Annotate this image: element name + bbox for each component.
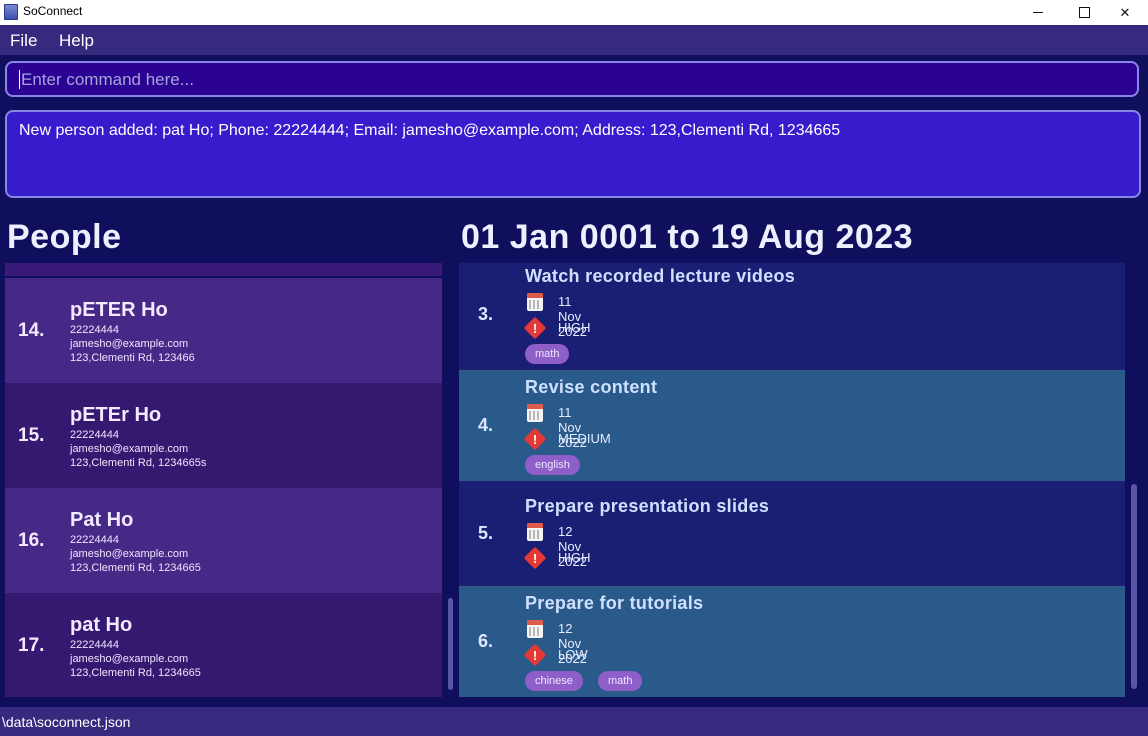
person-card[interactable]: 16. Pat Ho 22224444 jamesho@example.com … [5,488,442,593]
command-input[interactable] [19,63,1123,97]
task-priority: HIGH [558,320,591,335]
calendar-icon [527,404,543,422]
person-phone: 22224444 [70,324,119,336]
menu-file[interactable]: File [10,31,37,51]
person-card[interactable]: 15. pETEr Ho 22224444 jamesho@example.co… [5,383,442,488]
person-email: jamesho@example.com [70,548,189,560]
task-priority: LOW [558,647,588,662]
task-title: Watch recorded lecture videos [525,266,796,286]
person-phone: 22224444 [70,429,119,441]
person-address: 123,Clementi Rd, 1234665s [70,457,207,469]
person-index: 17. [18,635,45,656]
priority-mark: ! [532,551,538,566]
task-tag: math [525,344,570,364]
person-index: 15. [18,425,45,446]
people-heading: People [7,218,122,256]
task-card[interactable]: 3. Watch recorded lecture videos 11 Nov … [459,263,1125,370]
task-index: 6. [478,631,494,651]
person-phone: 22224444 [70,639,119,651]
app-icon [4,4,18,20]
command-box [5,61,1139,97]
maximize-icon [1078,7,1090,18]
person-list-panel[interactable]: 14. pETER Ho 22224444 jamesho@example.co… [5,263,442,697]
priority-mark: ! [532,321,538,336]
menu-bar: File Help [0,25,1148,55]
task-priority: HIGH [558,550,591,565]
person-email: jamesho@example.com [70,443,189,455]
task-tag: math [598,671,643,691]
task-title: Prepare presentation slides [525,496,770,516]
task-title: Prepare for tutorials [525,593,704,613]
close-icon: ✕ [1119,4,1131,20]
priority-mark: ! [532,648,538,663]
person-card-partial [5,263,442,276]
text-caret [19,70,20,89]
calendar-icon [527,293,543,311]
person-address: 123,Clementi Rd, 1234665 [70,562,201,574]
task-priority: MEDIUM [558,431,611,446]
person-card[interactable]: 14. pETER Ho 22224444 jamesho@example.co… [5,278,442,383]
maximize-button[interactable] [1061,0,1107,25]
task-list-scrollbar[interactable] [1131,484,1137,689]
task-range-heading: 01 Jan 0001 to 19 Aug 2023 [461,218,914,256]
person-index: 16. [18,530,45,551]
person-phone: 22224444 [70,534,119,546]
person-address: 123,Clementi Rd, 1234665 [70,667,201,679]
person-list-scrollbar[interactable] [448,598,453,690]
close-button[interactable]: ✕ [1102,0,1148,25]
person-address: 123,Clementi Rd, 123466 [70,352,195,364]
person-name: pETEr Ho [70,404,162,426]
calendar-icon [527,523,543,541]
title-bar: SoConnect ✕ [0,0,1148,25]
priority-mark: ! [532,432,538,447]
task-tag: chinese [525,671,583,691]
task-card[interactable]: 6. Prepare for tutorials 12 Nov 2022 ! L… [459,586,1125,697]
task-index: 5. [478,523,494,543]
task-index: 3. [478,304,494,324]
task-tag: english [525,455,580,475]
task-card[interactable]: 4. Revise content 11 Nov 2022 ! MEDIUM e… [459,370,1125,481]
menu-help[interactable]: Help [59,31,94,51]
minimize-icon [1033,12,1043,13]
task-list-panel[interactable]: 3. Watch recorded lecture videos 11 Nov … [459,263,1125,697]
status-bar: \data\soconnect.json [0,707,1148,736]
calendar-icon [527,620,543,638]
result-display: New person added: pat Ho; Phone: 2222444… [5,110,1141,198]
task-card[interactable]: 5. Prepare presentation slides 12 Nov 20… [459,481,1125,586]
person-index: 14. [18,320,45,341]
person-name: Pat Ho [70,509,134,531]
result-message: New person added: pat Ho; Phone: 2222444… [19,122,841,139]
task-index: 4. [478,415,494,435]
person-email: jamesho@example.com [70,338,189,350]
person-name: pETER Ho [70,299,168,321]
window-title: SoConnect [23,4,83,18]
minimize-button[interactable] [1015,0,1061,25]
save-location: \data\soconnect.json [2,714,131,730]
person-email: jamesho@example.com [70,653,189,665]
person-name: pat Ho [70,614,133,636]
person-card[interactable]: 17. pat Ho 22224444 jamesho@example.com … [5,593,442,697]
task-title: Revise content [525,377,658,397]
